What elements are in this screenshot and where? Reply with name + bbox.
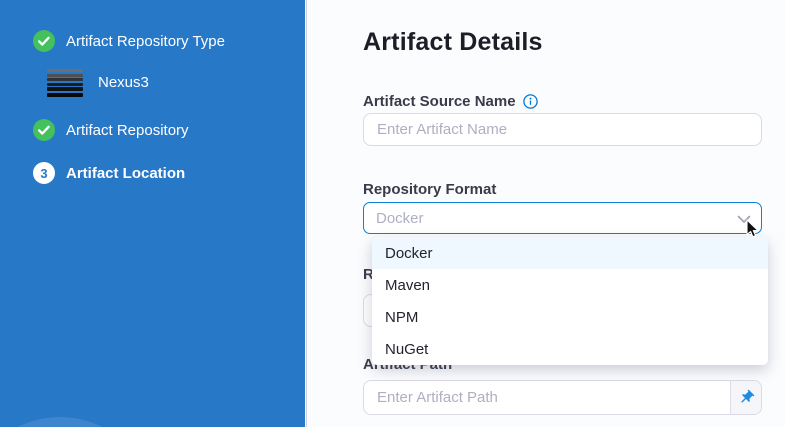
info-icon[interactable]: [523, 94, 538, 109]
step-label: Artifact Repository: [66, 122, 189, 139]
repository-format-label: Repository Format: [363, 181, 496, 198]
sidebar-step-artifact-location[interactable]: 3 Artifact Location: [33, 162, 185, 184]
check-circle-icon: [33, 119, 55, 141]
check-circle-icon: [33, 30, 55, 52]
nexus3-icon: [47, 69, 83, 97]
select-value: Docker: [376, 210, 424, 227]
artifact-path-field: [363, 380, 762, 415]
panel-divider: [306, 0, 307, 427]
sidebar-step-artifact-repository-type[interactable]: Artifact Repository Type: [33, 30, 225, 52]
wizard-sidebar: Artifact Repository Type Nexus3 Artifact…: [0, 0, 305, 427]
repository-format-dropdown: Docker Maven NPM NuGet: [372, 237, 768, 365]
dropdown-option-maven[interactable]: Maven: [372, 269, 768, 301]
chevron-down-icon: [737, 215, 751, 224]
page-title: Artifact Details: [363, 28, 543, 57]
pin-icon: [738, 389, 755, 406]
substep-label: Nexus3: [98, 74, 149, 91]
step-label: Artifact Location: [66, 165, 185, 182]
dropdown-option-docker[interactable]: Docker: [372, 237, 768, 269]
step-label: Artifact Repository Type: [66, 33, 225, 50]
pin-button[interactable]: [730, 381, 761, 414]
dropdown-option-nuget[interactable]: NuGet: [372, 333, 768, 365]
sidebar-step-artifact-repository[interactable]: Artifact Repository: [33, 119, 189, 141]
sidebar-substep-nexus3[interactable]: Nexus3: [47, 69, 149, 97]
dropdown-option-npm[interactable]: NPM: [372, 301, 768, 333]
artifact-name-input[interactable]: [363, 113, 762, 146]
artifact-source-name-label: Artifact Source Name: [363, 93, 538, 110]
artifact-path-input[interactable]: [364, 381, 730, 414]
repository-format-select[interactable]: Docker: [363, 202, 762, 234]
sidebar-circle-decoration: [0, 417, 155, 427]
step-number-badge: 3: [33, 162, 55, 184]
